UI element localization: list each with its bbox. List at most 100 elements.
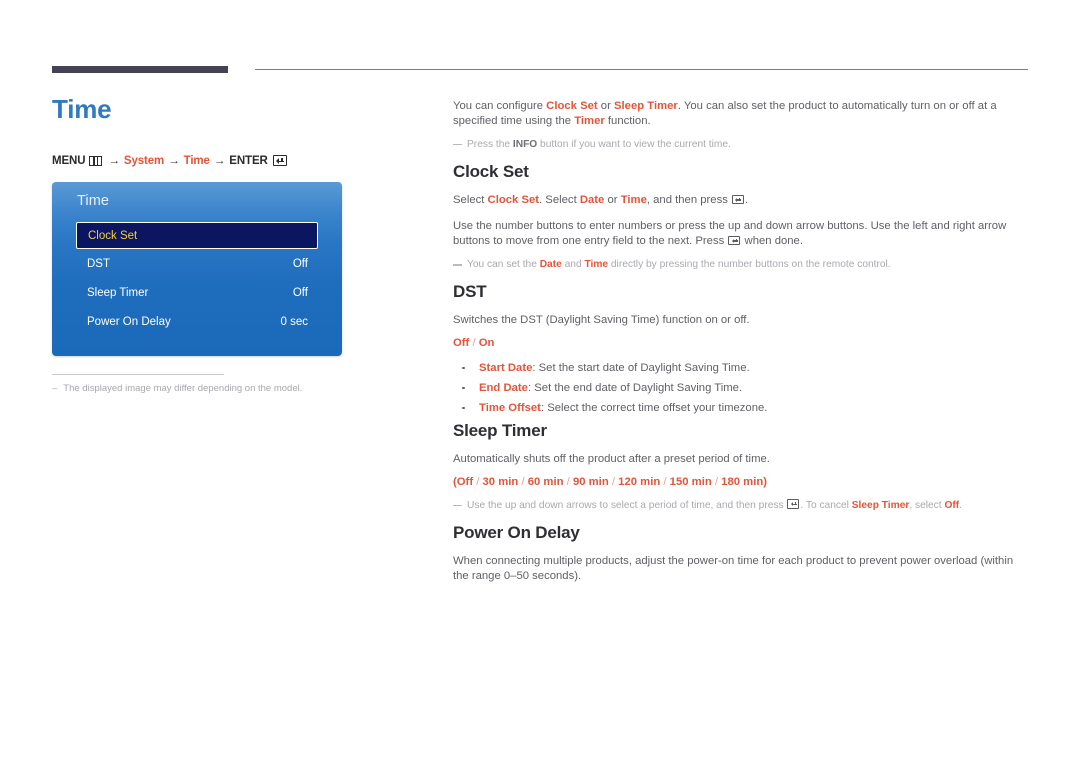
osd-row-value: Off (292, 257, 308, 270)
cs-term-clock-set: Clock Set (487, 194, 540, 207)
dst-bullet-desc: : Select the correct time offset your ti… (540, 401, 768, 414)
header-thin-rule (255, 69, 1028, 70)
osd-row-label: Sleep Timer (87, 286, 149, 299)
st-note-text-1: Use the up and down arrows to select a p… (467, 499, 787, 511)
osd-row-power-on-delay[interactable]: Power On Delay 0 sec (76, 307, 318, 336)
intro-term-sleep-timer: Sleep Timer (613, 100, 678, 112)
sleep-timer-sep: / (518, 475, 528, 488)
sleep-timer-value: 180 min (721, 475, 764, 488)
list-item: Time Offset: Select the correct time off… (453, 401, 1026, 416)
osd-row-sleep-timer[interactable]: Sleep Timer Off (76, 278, 318, 307)
cs-term-date: Date (579, 194, 605, 207)
dst-options: Off / On (453, 337, 1026, 349)
dst-option-off: Off (453, 337, 470, 350)
list-item: End Date: Set the end date of Daylight S… (453, 381, 1026, 396)
intro-note-text-1: Press the (467, 139, 513, 150)
list-item: Start Date: Set the start date of Daylig… (453, 361, 1026, 376)
clock-set-paragraph-1: Select Clock Set. Select Date or Time, a… (453, 193, 1026, 208)
st-note-text-2: . To cancel (800, 499, 852, 511)
osd-row-dst[interactable]: DST Off (76, 249, 318, 278)
sleep-timer-sep: / (473, 475, 483, 488)
osd-row-label: Power On Delay (87, 315, 171, 328)
osd-row-label: DST (87, 257, 110, 270)
power-on-delay-paragraph: When connecting multiple products, adjus… (453, 555, 1014, 583)
clock-set-note: You can set the Date and Time directly b… (453, 258, 1026, 272)
intro-text-2: or (597, 100, 614, 112)
breadcrumb-arrow-1: → (108, 154, 120, 167)
right-column: You can configure Clock Set or Sleep Tim… (453, 99, 1026, 584)
breadcrumb: MENU → System → Time → ENTER (52, 155, 422, 167)
breadcrumb-menu-label: MENU (52, 154, 86, 167)
sleep-timer-value: 30 min (482, 475, 519, 488)
left-note-dash: – (52, 383, 58, 394)
dst-bullet-term: Start Date (479, 361, 533, 374)
sleep-timer-value: 90 min (572, 475, 609, 488)
section-heading-clock-set: Clock Set (453, 162, 529, 182)
sleep-timer-value: 120 min (618, 475, 661, 488)
sleep-timer-value: 60 min (527, 475, 564, 488)
cs-note-text-1: You can set the (467, 259, 540, 271)
section-heading-dst: DST (453, 282, 487, 302)
cs-text-4: , and then press (646, 194, 732, 207)
cs-note-text-2: and (561, 259, 585, 271)
sleep-timer-note: Use the up and down arrows to select a p… (453, 499, 1026, 513)
left-note: – The displayed image may differ dependin… (52, 383, 382, 394)
section-heading-sleep-timer: Sleep Timer (453, 420, 547, 440)
sleep-timer-values-close: ) (763, 475, 767, 488)
breadcrumb-enter-label: ENTER (229, 154, 268, 167)
left-note-text: The displayed image may differ depending… (63, 383, 303, 394)
sleep-timer-sep: / (608, 475, 619, 488)
sleep-timer-sep: / (563, 475, 573, 488)
st-note-text-3: , select (909, 499, 945, 511)
left-note-divider (52, 374, 224, 375)
cs-text-5: . (745, 194, 749, 207)
intro-note-text-2: button if you want to view the current t… (537, 139, 731, 150)
sleep-timer-sep: / (711, 475, 722, 488)
dst-bullet-term: End Date (479, 381, 528, 394)
enter-return-icon (728, 235, 741, 246)
intro-text-1: You can configure (453, 100, 547, 112)
dst-bullet-desc: : Set the end date of Daylight Saving Ti… (527, 381, 743, 394)
enter-return-icon (787, 499, 800, 509)
clock-set-paragraph-2: Use the number buttons to enter numbers … (453, 219, 1026, 249)
cs-text-2: . Select (539, 194, 580, 207)
dst-bullet-desc: : Set the start date of Daylight Saving … (532, 361, 750, 374)
osd-menu-screenshot: Time Clock Set DST Off Sleep Timer Off P… (52, 182, 342, 356)
enter-return-icon (272, 155, 287, 167)
page-title: Time (52, 94, 112, 124)
menu-grid-icon (89, 155, 103, 166)
osd-menu-title: Time (77, 193, 110, 209)
st-note-text-4: . (959, 499, 962, 511)
cs-term-time: Time (620, 194, 647, 207)
cs-note-term-date: Date (539, 259, 562, 271)
st-note-term-off: Off (944, 499, 960, 511)
page-header-rules (0, 64, 1080, 78)
breadcrumb-arrow-3: → (213, 154, 226, 167)
breadcrumb-arrow-2: → (168, 154, 180, 167)
cs-text-3: or (604, 194, 621, 207)
sleep-timer-paragraph: Automatically shuts off the product afte… (453, 452, 770, 465)
sleep-timer-value: 150 min (669, 475, 712, 488)
breadcrumb-step-time: Time (183, 154, 210, 167)
intro-paragraph: You can configure Clock Set or Sleep Tim… (453, 99, 1026, 129)
enter-return-icon (732, 194, 745, 205)
section-heading-power-on-delay: Power On Delay (453, 523, 580, 543)
osd-menu-list: Clock Set DST Off Sleep Timer Off Power … (76, 222, 318, 336)
sleep-timer-sep: / (660, 475, 670, 488)
intro-text-4: function. (604, 115, 651, 127)
sleep-timer-values: (Off / 30 min / 60 min / 90 min / 120 mi… (453, 476, 1026, 488)
st-note-term-sleep-timer: Sleep Timer (851, 499, 910, 511)
cs-note-term-time: Time (584, 259, 609, 271)
left-column: Time MENU → System → Time → ENTER (52, 95, 422, 167)
breadcrumb-step-system: System (123, 154, 165, 167)
intro-term-clock-set: Clock Set (546, 100, 598, 112)
osd-row-value: 0 sec (280, 315, 309, 328)
dst-option-on: On (478, 337, 495, 350)
header-thick-rule (52, 66, 228, 73)
osd-row-label: Clock Set (88, 229, 138, 242)
intro-note-term-info: INFO (512, 139, 538, 150)
osd-row-clock-set[interactable]: Clock Set (76, 222, 318, 249)
intro-note: Press the INFO button if you want to vie… (453, 138, 1026, 152)
osd-row-value: Off (292, 286, 308, 299)
dst-option-separator: / (469, 337, 479, 350)
